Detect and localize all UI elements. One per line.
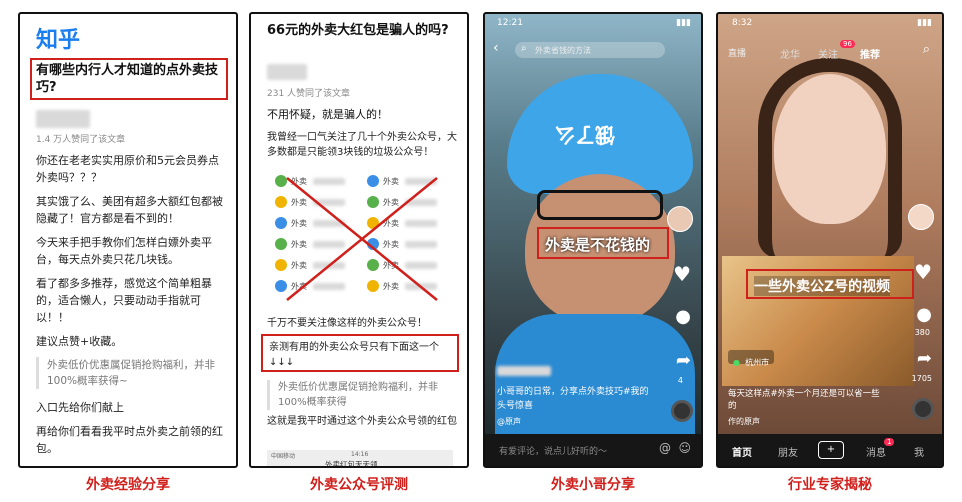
- phone-page-title: 外卖红包天天领: [325, 460, 378, 468]
- nav-friends[interactable]: 朋友: [778, 444, 798, 459]
- paragraph: 其实饿了么、美团有超多大额红包都被隐藏了！官方都是看不到的！: [36, 195, 223, 225]
- status-time: 8:32: [732, 18, 753, 28]
- subtitle-highlight: [537, 227, 669, 259]
- review-article-panel: 66元的外卖大红包是骗人的吗? 231 人赞同了该文章 不用怀疑，就是骗人的！ …: [249, 12, 469, 468]
- article-title[interactable]: 66元的外卖大红包是骗人的吗?: [267, 22, 457, 39]
- share-icon[interactable]: ➦: [917, 348, 932, 369]
- share-count: 4: [677, 376, 683, 385]
- tab-local[interactable]: 龙华: [780, 46, 800, 61]
- video-caption: 小哥哥的日常，分享点外卖技巧#我的: [497, 387, 649, 397]
- carrier: 中国移动: [271, 453, 296, 460]
- paragraph: 今天来手把手教你们怎样白嫖外卖平台，每天点外卖只花几块钱。: [36, 236, 212, 266]
- rider-glasses: [537, 190, 663, 220]
- mention-icon[interactable]: @: [659, 441, 671, 455]
- subtitle-highlight: [746, 269, 914, 299]
- battery-icon: ▮▮▮: [676, 18, 691, 28]
- like-icon[interactable]: ♥: [673, 262, 691, 286]
- caption-review: 外卖公众号评测: [310, 477, 408, 493]
- paragraph: 这就是我平时通过这个外卖公众号领的红包: [267, 416, 457, 427]
- tab-recommend[interactable]: 推荐: [860, 46, 880, 61]
- music-disc-icon[interactable]: [671, 400, 693, 422]
- upvote-count: 231 人赞同了该文章: [267, 89, 351, 99]
- bottom-nav: 首页 朋友 + 消息 1 我: [718, 434, 942, 466]
- warning-text: 千万不要关注像这样的外卖公众号！: [267, 318, 427, 329]
- music-label[interactable]: @原声: [497, 416, 521, 427]
- author-avatar[interactable]: [36, 110, 90, 128]
- video-caption-tag[interactable]: 头号惊喜: [497, 398, 533, 411]
- comment-count: 380: [914, 328, 930, 337]
- caption-expert: 行业专家揭秘: [788, 477, 872, 493]
- location-tag[interactable]: ● 杭州市: [728, 350, 775, 367]
- comment-icon[interactable]: ●: [916, 304, 932, 325]
- creator-avatar[interactable]: [667, 206, 693, 232]
- paragraph: 入口先给你们献上: [36, 401, 124, 414]
- zhihu-logo[interactable]: 知乎: [36, 22, 80, 54]
- helmet-brand-logo: 饿了么: [555, 123, 615, 147]
- paragraph: 看了都多多推荐，感觉这个简单粗暴的，适合懒人，只要动动手指就可以！！: [36, 277, 212, 324]
- search-bar[interactable]: ⌕ 外卖省钱的方法: [515, 42, 665, 58]
- music-label[interactable]: 作的原声: [728, 416, 760, 427]
- zhihu-article-panel: 知乎 有哪些内行人才知道的点外卖技巧? 1.4 万人赞同了该文章 你还在老老实实…: [18, 12, 238, 468]
- caption-courier: 外卖小哥分享: [551, 477, 635, 493]
- status-bar: 8:32 ▮▮▮: [718, 14, 942, 32]
- search-icon[interactable]: ⌕: [923, 42, 930, 57]
- expert-video-panel: 8:32 ▮▮▮ 直播 龙华 关注 96 推荐 ⌕ 一些外卖公Z号的视频 ♥ ●…: [716, 12, 944, 468]
- upvote-count: 1.4 万人赞同了该文章: [36, 135, 126, 145]
- tab-live[interactable]: 直播: [728, 46, 746, 59]
- paragraph: 我曾经一口气关注了几十个外卖公众号，大多数都是只能领3块钱的垃圾公众号！: [267, 132, 457, 158]
- like-icon[interactable]: ♥: [914, 260, 932, 284]
- lead-sentence: 不用怀疑，就是骗人的！: [267, 108, 388, 121]
- crossed-out-account-list: 外卖 外卖 外卖 外卖 外卖 外卖 外卖 外卖 外卖 外卖 外卖 外卖: [275, 174, 449, 304]
- embedded-phone-screenshot: 中国移动 14:16 外卖红包天天领: [267, 450, 453, 468]
- comment-bar[interactable]: 有爱评论，说点儿好听的～ @ ☺: [485, 434, 701, 466]
- phone-time: 14:16: [351, 451, 369, 458]
- location-pin-icon: ●: [733, 358, 740, 367]
- comment-input[interactable]: 有爱评论，说点儿好听的～: [499, 444, 607, 457]
- recommended-highlight: [261, 334, 459, 372]
- comment-icon[interactable]: ●: [675, 306, 691, 327]
- search-icon: ⌕: [521, 43, 527, 54]
- nav-me[interactable]: 我: [914, 444, 924, 459]
- caption-zhihu: 外卖经验分享: [86, 477, 170, 493]
- music-disc-icon[interactable]: [912, 398, 934, 420]
- article-body: 你还在老老实实用原价和5元会员券点外卖吗？？？ 其实饿了么、美团有超多大额红包都…: [36, 152, 226, 464]
- tab-follow[interactable]: 关注: [818, 46, 838, 61]
- paragraph: 建议点赞+收藏。: [36, 335, 123, 348]
- back-icon[interactable]: ‹: [493, 40, 499, 56]
- video-caption: 每天这样点#外卖一个月还是可以省一些的: [728, 389, 880, 411]
- nav-home[interactable]: 首页: [732, 444, 752, 459]
- share-count: 1705: [911, 374, 932, 383]
- red-cross: [286, 177, 438, 301]
- presenter-hair: [758, 58, 902, 258]
- emoji-icon[interactable]: ☺: [678, 441, 691, 455]
- disclaimer-quote: 外卖低价优惠属促销抢购福利，并非100%概率获得: [267, 380, 456, 410]
- follow-badge: 96: [840, 40, 855, 48]
- status-bar: 12:21 ▮▮▮: [485, 14, 701, 32]
- status-time: 12:21: [497, 18, 523, 28]
- search-query: 外卖省钱的方法: [535, 46, 591, 55]
- disclaimer-quote: 外卖低价优惠属促销抢购福利，并非100%概率获得~: [36, 357, 226, 389]
- nav-create-button[interactable]: +: [818, 441, 844, 459]
- courier-video-panel: 饿了么 12:21 ▮▮▮ ‹ ⌕ 外卖省钱的方法 外卖是不花钱的 ♥ ● ➦ …: [483, 12, 703, 468]
- paragraph: 你还在老老实实用原价和5元会员券点外卖吗？？？: [36, 154, 219, 184]
- location-text: 杭州市: [745, 358, 770, 367]
- question-highlight: [30, 58, 228, 100]
- author-avatar[interactable]: [267, 64, 307, 80]
- message-badge: 1: [884, 438, 895, 446]
- creator-name[interactable]: [497, 366, 551, 376]
- battery-icon: ▮▮▮: [917, 18, 932, 28]
- share-icon[interactable]: ➦: [676, 350, 691, 371]
- nav-messages[interactable]: 消息: [866, 444, 886, 459]
- paragraph: 再给你们看看我平时点外卖之前领的红包。: [36, 425, 223, 455]
- creator-avatar[interactable]: [908, 204, 934, 230]
